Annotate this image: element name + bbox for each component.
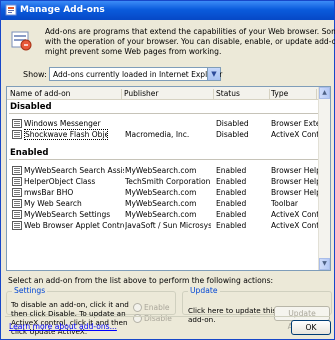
addons-list[interactable]: Name of add-on Publisher Status Type Dis… bbox=[6, 86, 331, 271]
addon-publisher: MyWebSearch.com bbox=[125, 199, 197, 208]
column-header-status[interactable]: Status bbox=[216, 89, 270, 100]
enable-radio[interactable] bbox=[133, 303, 142, 312]
addon-name: Windows Messenger bbox=[24, 119, 101, 128]
intro-text: Add-ons are programs that extend the cap… bbox=[45, 27, 335, 57]
group-divider bbox=[9, 159, 327, 160]
addon-name: HelperObject Class bbox=[24, 177, 96, 186]
scroll-down-icon[interactable]: ▼ bbox=[319, 258, 330, 270]
column-header-name[interactable]: Name of add-on bbox=[10, 89, 122, 100]
list-item[interactable]: HelperObject Class TechSmith Corporation… bbox=[7, 176, 330, 187]
list-vertical-scrollbar[interactable]: ▲ ▼ bbox=[318, 87, 330, 270]
update-legend: Update bbox=[188, 286, 220, 295]
addon-publisher: MyWebSearch.com bbox=[125, 166, 197, 175]
settings-legend: Settings bbox=[12, 286, 48, 295]
list-item[interactable]: MyWebSearch Settings MyWebSearch.com Ena… bbox=[7, 209, 330, 220]
manage-addons-dialog: Manage Add-ons Add-ons are programs that… bbox=[0, 0, 335, 340]
learn-more-link[interactable]: Learn more about add-ons... bbox=[9, 322, 117, 331]
group-divider bbox=[9, 113, 327, 114]
window-title: Manage Add-ons bbox=[20, 5, 105, 15]
addon-status: Enabled bbox=[216, 210, 247, 219]
list-item[interactable]: Shockwave Flash Object Macromedia, Inc. … bbox=[7, 129, 330, 140]
list-column-header: Name of add-on Publisher Status Type bbox=[7, 87, 330, 100]
addons-shield-icon bbox=[11, 31, 32, 51]
addon-status: Enabled bbox=[216, 199, 247, 208]
addon-name: My Web Search bbox=[24, 199, 82, 208]
actions-instruction: Select an add-on from the list above to … bbox=[8, 276, 274, 285]
addon-publisher: MyWebSearch.com bbox=[125, 188, 197, 197]
show-dropdown[interactable]: Add-ons currently loaded in Internet Exp… bbox=[49, 67, 223, 81]
column-header-publisher[interactable]: Publisher bbox=[124, 89, 214, 100]
addon-name: Shockwave Flash Object bbox=[24, 129, 108, 140]
footer-divider bbox=[5, 316, 330, 317]
intro-line: with the operation of your browser. You … bbox=[45, 37, 335, 46]
addon-component-icon bbox=[12, 130, 22, 139]
intro-line: Add-ons are programs that extend the cap… bbox=[45, 27, 335, 36]
ok-button[interactable]: OK bbox=[291, 320, 331, 335]
addon-component-icon bbox=[12, 199, 22, 208]
addon-status: Enabled bbox=[216, 188, 247, 197]
group-header-enabled: Enabled bbox=[10, 148, 49, 158]
list-item[interactable]: MyWebSearch Search Assista... MyWebSearc… bbox=[7, 165, 330, 176]
scroll-up-icon[interactable]: ▲ bbox=[319, 87, 330, 99]
list-item[interactable]: Web Browser Applet Control JavaSoft / Su… bbox=[7, 220, 330, 231]
addon-publisher: MyWebSearch.com bbox=[125, 210, 197, 219]
title-bar[interactable]: Manage Add-ons bbox=[1, 1, 334, 20]
addon-publisher: JavaSoft / Sun Microsyste... bbox=[125, 221, 211, 230]
group-header-disabled: Disabled bbox=[10, 102, 52, 112]
column-header-type[interactable]: Type bbox=[271, 89, 317, 100]
addon-status: Enabled bbox=[216, 166, 247, 175]
enable-radio-label[interactable]: Enable bbox=[144, 303, 170, 312]
addon-component-icon bbox=[12, 188, 22, 197]
addon-name: Web Browser Applet Control bbox=[24, 221, 124, 230]
update-activex-button[interactable]: Update ActiveX bbox=[274, 306, 330, 331]
settings-line: To disable an add-on, click it and bbox=[11, 300, 129, 309]
chevron-down-icon[interactable]: ▼ bbox=[207, 68, 220, 80]
addon-component-icon bbox=[12, 177, 22, 186]
addon-name: MyWebSearch Search Assista... bbox=[24, 166, 124, 175]
addon-status: Enabled bbox=[216, 177, 247, 186]
addon-component-icon bbox=[12, 221, 22, 230]
addon-status: Enabled bbox=[216, 221, 247, 230]
addon-name: MyWebSearch Settings bbox=[24, 210, 111, 219]
addon-status: Disabled bbox=[216, 130, 249, 139]
update-line: Click here to update this bbox=[188, 306, 277, 315]
addons-window-icon bbox=[5, 4, 17, 16]
addon-component-icon bbox=[12, 166, 22, 175]
show-label: Show: bbox=[23, 70, 47, 79]
addon-component-icon bbox=[12, 210, 22, 219]
intro-line: might prevent some Web pages from workin… bbox=[45, 47, 222, 56]
show-dropdown-value: Add-ons currently loaded in Internet Exp… bbox=[53, 70, 223, 79]
list-item[interactable]: mwsBar BHO MyWebSearch.com Enabled Brows… bbox=[7, 187, 330, 198]
list-item[interactable]: Windows Messenger Disabled Browser Exten… bbox=[7, 118, 330, 129]
list-item[interactable]: My Web Search MyWebSearch.com Enabled To… bbox=[7, 198, 330, 209]
addon-publisher: Macromedia, Inc. bbox=[125, 130, 190, 139]
addon-status: Disabled bbox=[216, 119, 249, 128]
update-description: Click here to update this add-on. bbox=[188, 306, 276, 324]
addon-name: mwsBar BHO bbox=[24, 188, 74, 197]
addon-publisher: TechSmith Corporation bbox=[125, 177, 211, 186]
addon-component-icon bbox=[12, 119, 22, 128]
